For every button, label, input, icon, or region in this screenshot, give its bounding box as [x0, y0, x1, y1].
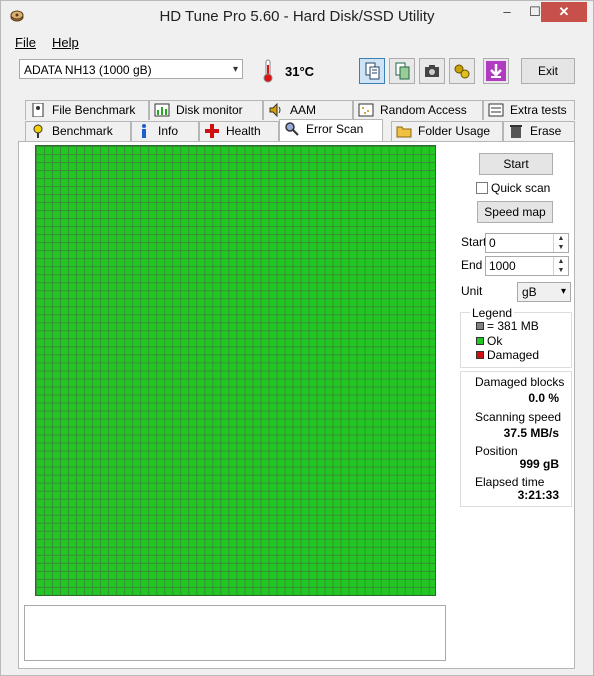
- unit-select-value: gB: [522, 285, 537, 299]
- drive-select[interactable]: ADATA NH13 (1000 gB) ▾: [19, 59, 243, 79]
- position-value: 999 gB: [519, 457, 559, 471]
- toolbar: ADATA NH13 (1000 gB) ▾ 31°C Exit: [1, 53, 593, 93]
- speaker-icon: [269, 103, 281, 117]
- tab-benchmark[interactable]: Benchmark: [25, 121, 131, 141]
- random-access-icon: [358, 103, 374, 117]
- legend-ok-label: Ok: [487, 334, 503, 348]
- file-benchmark-icon: [32, 103, 44, 117]
- trash-icon: [510, 125, 522, 138]
- camera-icon[interactable]: [419, 58, 445, 84]
- benchmark-icon: [33, 124, 43, 138]
- tabs-row-top: File Benchmark Disk monitor AAM Random A…: [25, 100, 575, 120]
- download-icon[interactable]: [483, 58, 509, 84]
- info-icon: [142, 124, 146, 138]
- tab-random-access[interactable]: Random Access: [353, 100, 483, 120]
- copy-text-icon[interactable]: [359, 58, 385, 84]
- speed-map-button[interactable]: Speed map: [477, 201, 553, 223]
- thermometer-icon: [263, 59, 273, 83]
- tab-disk-monitor[interactable]: Disk monitor: [149, 100, 263, 120]
- elapsed-time-label: Elapsed time: [475, 475, 545, 489]
- end-field-label: End: [461, 258, 483, 272]
- spinner-arrows-icon[interactable]: ▲ ▼: [553, 257, 568, 275]
- temperature-value: 31°C: [285, 64, 315, 79]
- chevron-down-icon: ▾: [232, 64, 238, 75]
- title-bar: HD Tune Pro 5.60 - Hard Disk/SSD Utility…: [1, 1, 593, 31]
- menu-bar: File Help: [1, 32, 593, 52]
- magnifier-icon: [285, 122, 299, 136]
- tab-aam[interactable]: AAM: [263, 100, 353, 120]
- chevron-down-icon: ▾: [560, 286, 566, 297]
- damaged-blocks-value: 0.0 %: [528, 391, 559, 405]
- options-icon[interactable]: [449, 58, 475, 84]
- damaged-blocks-label: Damaged blocks: [475, 375, 565, 389]
- folder-icon: [396, 126, 412, 138]
- legend-block-swatch: [476, 322, 484, 330]
- tab-file-benchmark[interactable]: File Benchmark: [25, 100, 149, 120]
- tab-health[interactable]: Health: [199, 121, 279, 141]
- end-position-field[interactable]: 1000 ▲ ▼: [485, 256, 569, 276]
- unit-label: Unit: [461, 284, 483, 298]
- end-position-value: 1000: [489, 259, 516, 273]
- scanning-speed-label: Scanning speed: [475, 410, 562, 424]
- health-cross-icon: [205, 124, 219, 138]
- scanning-speed-value: 37.5 MB/s: [503, 426, 559, 440]
- tab-folder-usage[interactable]: Folder Usage: [391, 121, 503, 141]
- legend-ok-swatch: [476, 337, 484, 345]
- close-button[interactable]: ✕: [541, 2, 587, 22]
- quick-scan-checkbox[interactable]: [476, 182, 488, 194]
- exit-button[interactable]: Exit: [521, 58, 575, 84]
- legend-block-size: = 381 MB: [487, 319, 539, 333]
- start-scan-button[interactable]: Start: [479, 153, 553, 175]
- scan-log-box[interactable]: [24, 605, 446, 661]
- minimize-button[interactable]: –: [493, 2, 521, 22]
- drive-select-value: ADATA NH13 (1000 gB): [24, 63, 152, 77]
- tab-erase[interactable]: Erase: [503, 121, 575, 141]
- start-field-label: Start: [461, 235, 487, 249]
- legend-title: Legend: [470, 306, 515, 320]
- copy-screenshot-icon[interactable]: [389, 58, 415, 84]
- unit-select[interactable]: gB ▾: [517, 282, 571, 302]
- menu-help[interactable]: Help: [52, 35, 79, 50]
- disk-monitor-icon: [154, 103, 170, 117]
- legend-damaged-label: Damaged: [487, 348, 540, 362]
- position-label: Position: [475, 444, 518, 458]
- block-map-grid: [35, 145, 436, 596]
- tab-info[interactable]: Info: [131, 121, 199, 141]
- start-position-value: 0: [489, 236, 496, 250]
- app-window: HD Tune Pro 5.60 - Hard Disk/SSD Utility…: [0, 0, 594, 676]
- legend-damaged-swatch: [476, 351, 484, 359]
- tab-error-scan[interactable]: Error Scan: [279, 119, 383, 141]
- menu-file[interactable]: File: [15, 35, 36, 50]
- spinner-arrows-icon[interactable]: ▲ ▼: [553, 234, 568, 252]
- tab-extra-tests[interactable]: Extra tests: [483, 100, 575, 120]
- start-position-field[interactable]: 0 ▲ ▼: [485, 233, 569, 253]
- elapsed-time-value: 3:21:33: [517, 488, 559, 502]
- quick-scan-label: Quick scan: [491, 181, 551, 195]
- extra-tests-icon: [488, 103, 504, 117]
- tabs-row-bottom: Benchmark Info Health Error Scan Folder …: [25, 119, 575, 141]
